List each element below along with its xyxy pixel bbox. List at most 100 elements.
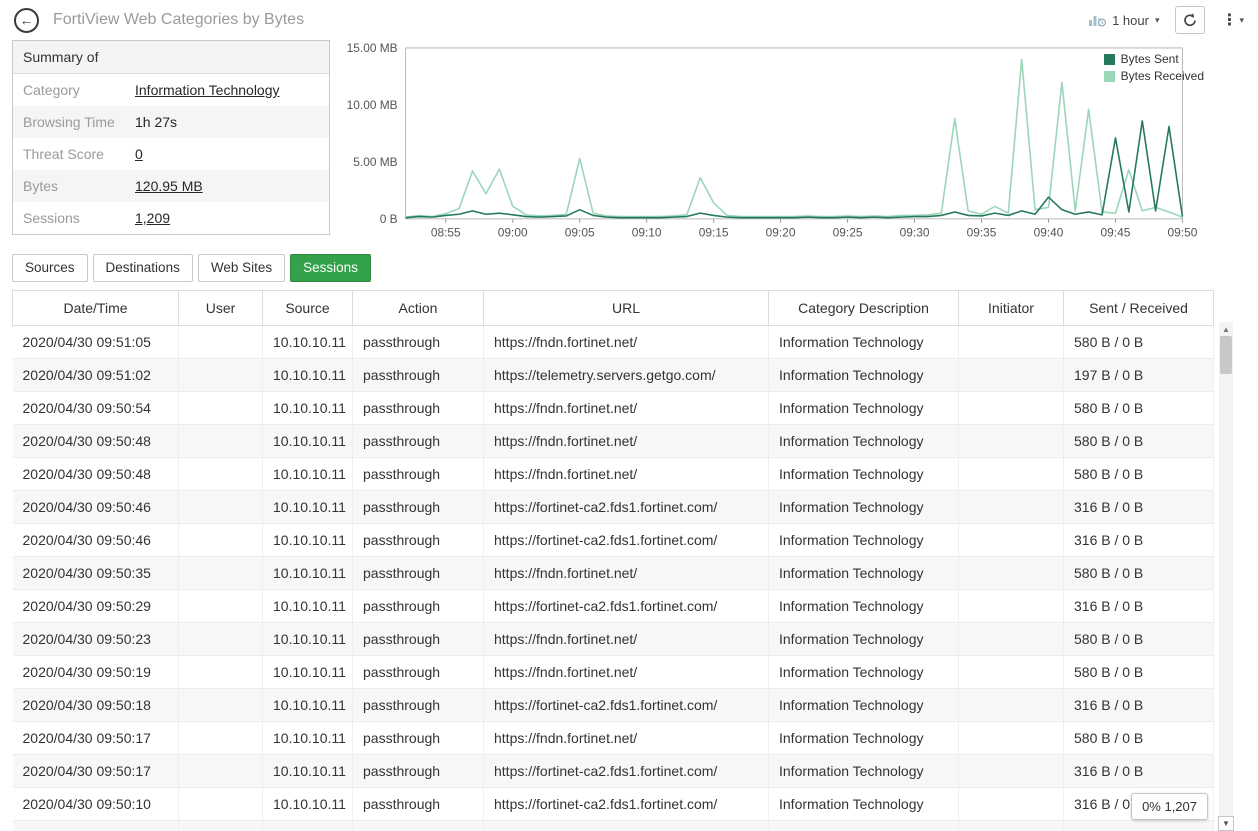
table-cell <box>959 590 1064 623</box>
column-header-initiator[interactable]: Initiator <box>959 291 1064 326</box>
table-cell: https://fortinet-ca2.fds1.fortinet.com/ <box>484 590 769 623</box>
table-cell: 2020/04/30 09:51:05 <box>13 326 179 359</box>
table-row[interactable]: 2020/04/30 09:50:4610.10.10.11passthroug… <box>13 524 1214 557</box>
column-header-url[interactable]: URL <box>484 291 769 326</box>
table-cell: 10.10.10.11 <box>263 590 353 623</box>
table-cell: 2020/04/30 09:50:17 <box>13 722 179 755</box>
summary-value-threat-score[interactable]: 0 <box>135 146 143 162</box>
table-cell <box>959 392 1064 425</box>
tab-web-sites[interactable]: Web Sites <box>198 254 285 282</box>
tab-destinations[interactable]: Destinations <box>93 254 193 282</box>
table-cell: 580 B / 0 B <box>1064 623 1214 656</box>
table-row[interactable]: 2020/04/30 09:50:2310.10.10.11passthroug… <box>13 623 1214 656</box>
table-row[interactable]: 2020/04/30 09:50:4810.10.10.11passthroug… <box>13 458 1214 491</box>
table-cell: 10.10.10.11 <box>263 689 353 722</box>
legend-item: Bytes Sent <box>1104 52 1204 66</box>
table-row[interactable]: 2020/04/30 09:51:0510.10.10.11passthroug… <box>13 326 1214 359</box>
time-range-dropdown[interactable]: 1 hour ▾ <box>1088 13 1159 28</box>
column-header-source[interactable]: Source <box>263 291 353 326</box>
table-cell: 10.10.10.11 <box>263 557 353 590</box>
table-row[interactable]: 2020/04/30 09:50:5410.10.10.11passthroug… <box>13 392 1214 425</box>
top-bar-controls: 1 hour ▾ ⋮ ▾ <box>1088 6 1244 34</box>
table-cell: 10.10.10.11 <box>263 458 353 491</box>
tab-sessions[interactable]: Sessions <box>290 254 371 282</box>
table-cell: 580 B / 0 B <box>1064 392 1214 425</box>
table-cell: 316 B / 0 B <box>1064 590 1214 623</box>
table-cell <box>179 722 263 755</box>
content-row: Summary of Category Information Technolo… <box>0 40 1258 246</box>
table-cell <box>179 821 263 831</box>
table-cell: passthrough <box>353 326 484 359</box>
table-cell: passthrough <box>353 656 484 689</box>
table-cell: https://fndn.fortinet.net/ <box>484 722 769 755</box>
svg-text:09:20: 09:20 <box>766 226 796 240</box>
table-row[interactable]: 2020/04/30 09:50:4810.10.10.11passthroug… <box>13 425 1214 458</box>
column-header-sent-received[interactable]: Sent / Received <box>1064 291 1214 326</box>
table-cell <box>179 656 263 689</box>
table-row[interactable]: 2020/04/30 09:50:1010.10.10.11passthroug… <box>13 788 1214 821</box>
table-cell: 197 B / 0 B <box>1064 359 1214 392</box>
table-cell: 316 B / 0 B <box>1064 524 1214 557</box>
scroll-up-icon[interactable]: ▲ <box>1219 322 1233 336</box>
table-cell: 10.10.10.11 <box>263 755 353 788</box>
table-cell: 2020/04/30 09:50:19 <box>13 656 179 689</box>
summary-value-browsing-time: 1h 27s <box>135 114 177 130</box>
table-cell: passthrough <box>353 788 484 821</box>
scrollbar-thumb[interactable] <box>1220 336 1232 374</box>
summary-value-sessions[interactable]: 1,209 <box>135 210 170 226</box>
table-cell: 580 B / 0 B <box>1064 656 1214 689</box>
table-cell: 2020/04/30 09:50:46 <box>13 524 179 557</box>
table-cell <box>959 425 1064 458</box>
summary-value-category[interactable]: Information Technology <box>135 82 280 98</box>
svg-text:09:30: 09:30 <box>900 226 930 240</box>
svg-text:09:45: 09:45 <box>1101 226 1131 240</box>
table-cell: passthrough <box>353 821 484 831</box>
table-cell: 2020/04/30 09:50:48 <box>13 425 179 458</box>
table-cell: https://fortinet-ca2.fds1.fortinet.com/ <box>484 788 769 821</box>
legend-label: Bytes Received <box>1121 69 1204 83</box>
table-cell: 2020/04/30 09:50:10 <box>13 788 179 821</box>
svg-text:09:10: 09:10 <box>632 226 662 240</box>
table-cell: 580 B / 0 B <box>1064 326 1214 359</box>
table-cell: https://fortinet-ca2.fds1.fortinet.com/ <box>484 689 769 722</box>
table-row[interactable]: 2020/04/30 09:50:1710.10.10.11passthroug… <box>13 755 1214 788</box>
column-header-user[interactable]: User <box>179 291 263 326</box>
legend-swatch <box>1104 71 1115 82</box>
table-row[interactable]: 2020/04/30 09:51:0210.10.10.11passthroug… <box>13 359 1214 392</box>
table-cell: Information Technology <box>769 689 959 722</box>
table-cell: 580 B / 0 B <box>1064 722 1214 755</box>
back-button[interactable]: ← <box>14 8 39 33</box>
refresh-button[interactable] <box>1175 6 1205 34</box>
table-cell: 10.10.10.11 <box>263 656 353 689</box>
summary-row-threat-score: Threat Score 0 <box>13 138 329 170</box>
table-cell: 10.10.10.11 <box>263 821 353 831</box>
table-cell: passthrough <box>353 491 484 524</box>
chart-legend: Bytes Sent Bytes Received <box>1104 52 1204 83</box>
column-header-category-description[interactable]: Category Description <box>769 291 959 326</box>
table-row[interactable]: 2020/04/30 09:50:0510.10.10.11passthroug… <box>13 821 1214 831</box>
table-row[interactable]: 2020/04/30 09:50:1810.10.10.11passthroug… <box>13 689 1214 722</box>
more-options-button[interactable]: ⋮ ▾ <box>1221 10 1244 30</box>
tab-sources[interactable]: Sources <box>12 254 88 282</box>
column-header-action[interactable]: Action <box>353 291 484 326</box>
table-cell: https://fndn.fortinet.net/ <box>484 458 769 491</box>
table-cell <box>959 623 1064 656</box>
table-cell <box>959 788 1064 821</box>
table-scrollbar[interactable]: ▲ ▼ <box>1219 322 1233 831</box>
table-row[interactable]: 2020/04/30 09:50:19 10.10.10.11passthroug… <box>13 656 1214 689</box>
scroll-down-icon[interactable]: ▼ <box>1218 816 1234 831</box>
table-cell: 580 B / 0 B <box>1064 557 1214 590</box>
summary-value-bytes[interactable]: 120.95 MB <box>135 178 203 194</box>
time-range-label: 1 hour <box>1112 13 1149 28</box>
table-row[interactable]: 2020/04/30 09:50:1710.10.10.11passthroug… <box>13 722 1214 755</box>
top-bar: ← FortiView Web Categories by Bytes 1 ho… <box>0 0 1258 40</box>
table-row[interactable]: 2020/04/30 09:50:3510.10.10.11passthroug… <box>13 557 1214 590</box>
table-cell: passthrough <box>353 722 484 755</box>
table-row[interactable]: 2020/04/30 09:50:4610.10.10.11passthroug… <box>13 491 1214 524</box>
table-row[interactable]: 2020/04/30 09:50:2910.10.10.11passthroug… <box>13 590 1214 623</box>
sessions-table-body: 2020/04/30 09:51:0510.10.10.11passthroug… <box>13 326 1214 831</box>
legend-item: Bytes Received <box>1104 69 1204 83</box>
svg-text:09:00: 09:00 <box>498 226 528 240</box>
column-header-date-time[interactable]: Date/Time <box>13 291 179 326</box>
table-cell: 580 B / 0 B <box>1064 821 1214 831</box>
